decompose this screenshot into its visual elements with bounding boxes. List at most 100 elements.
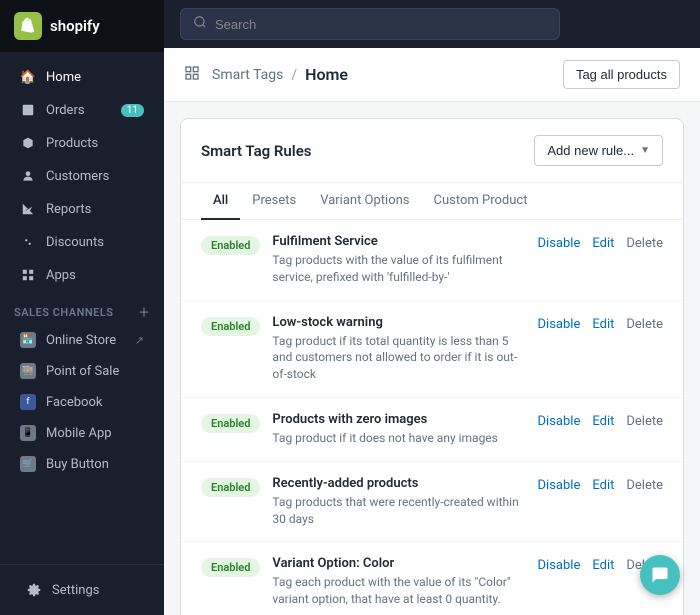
rule-name: Products with zero images bbox=[272, 412, 525, 427]
nav-item-settings[interactable]: Settings bbox=[12, 574, 152, 606]
edit-action[interactable]: Edit bbox=[592, 236, 614, 251]
sidebar-logo[interactable]: shopify bbox=[0, 0, 164, 52]
rule-name: Variant Option: Color bbox=[272, 556, 525, 571]
tabs-container: All Presets Variant Options Custom Produ… bbox=[181, 183, 683, 220]
nav-label-customers: Customers bbox=[46, 169, 109, 184]
rule-description: Tag product if its total quantity is les… bbox=[272, 333, 525, 383]
add-channel-icon[interactable]: ＋ bbox=[139, 304, 151, 320]
nav-item-reports[interactable]: Reports bbox=[6, 193, 158, 225]
grid-icon bbox=[184, 65, 200, 85]
fab-button[interactable] bbox=[640, 555, 680, 595]
rule-description: Tag products that were recently-created … bbox=[272, 494, 525, 528]
shopify-logo-icon bbox=[14, 12, 42, 40]
rule-actions: Disable Edit Delete bbox=[538, 478, 663, 493]
logo-text: shopify bbox=[50, 17, 100, 35]
nav-item-products[interactable]: Products bbox=[6, 127, 158, 159]
search-input[interactable] bbox=[215, 17, 547, 32]
rule-name: Recently-added products bbox=[272, 476, 525, 491]
nav-item-customers[interactable]: Customers bbox=[6, 160, 158, 192]
edit-action[interactable]: Edit bbox=[592, 317, 614, 332]
nav-label-products: Products bbox=[46, 136, 98, 151]
nav-label-home: Home bbox=[46, 70, 81, 85]
sidebar-nav: 🏠 Home Orders 11 Products Customers bbox=[0, 52, 164, 564]
sales-channels-title: SALES CHANNELS ＋ bbox=[0, 292, 164, 324]
disable-action[interactable]: Disable bbox=[538, 236, 581, 251]
nav-label-apps: Apps bbox=[46, 268, 76, 283]
rule-name: Fulfilment Service bbox=[272, 234, 525, 249]
main-area: Smart Tags / Home Tag all products Smart… bbox=[164, 0, 700, 615]
mobile-icon: 📱 bbox=[20, 425, 36, 441]
channel-label-mobile: Mobile App bbox=[46, 426, 112, 441]
nav-item-home[interactable]: 🏠 Home bbox=[6, 61, 158, 93]
delete-action[interactable]: Delete bbox=[626, 317, 663, 332]
delete-action[interactable]: Delete bbox=[626, 478, 663, 493]
nav-label-settings: Settings bbox=[52, 583, 99, 598]
breadcrumb-separator: / bbox=[291, 67, 297, 83]
rule-actions: Disable Edit Delete bbox=[538, 236, 663, 251]
edit-action[interactable]: Edit bbox=[592, 558, 614, 573]
smart-tag-rules-panel: Smart Tag Rules Add new rule... ▼ All Pr… bbox=[180, 118, 684, 615]
rule-info: Variant Option: Color Tag each product w… bbox=[272, 556, 525, 608]
delete-action[interactable]: Delete bbox=[626, 236, 663, 251]
rule-actions: Disable Edit Delete bbox=[538, 317, 663, 332]
breadcrumb: Smart Tags / Home bbox=[184, 65, 348, 85]
channel-pos[interactable]: 🏬 Point of Sale bbox=[6, 356, 158, 386]
nav-item-apps[interactable]: Apps bbox=[6, 259, 158, 291]
rule-info: Low-stock warning Tag product if its tot… bbox=[272, 315, 525, 383]
apps-icon bbox=[20, 267, 36, 283]
delete-action[interactable]: Delete bbox=[626, 414, 663, 429]
disable-action[interactable]: Disable bbox=[538, 478, 581, 493]
status-badge: Enabled bbox=[201, 558, 260, 577]
rule-info: Fulfilment Service Tag products with the… bbox=[272, 234, 525, 286]
settings-icon bbox=[26, 582, 42, 598]
add-rule-button[interactable]: Add new rule... ▼ bbox=[534, 135, 663, 166]
nav-item-discounts[interactable]: Discounts bbox=[6, 226, 158, 258]
rule-info: Recently-added products Tag products tha… bbox=[272, 476, 525, 528]
nav-label-orders: Orders bbox=[46, 103, 85, 118]
rule-info: Products with zero images Tag product if… bbox=[272, 412, 525, 447]
rule-description: Tag each product with the value of its "… bbox=[272, 574, 525, 608]
topbar bbox=[164, 0, 700, 48]
status-badge: Enabled bbox=[201, 478, 260, 497]
rule-item: Enabled Fulfilment Service Tag products … bbox=[181, 220, 683, 301]
channel-facebook[interactable]: f Facebook bbox=[6, 387, 158, 417]
channel-online-store[interactable]: 🏪 Online Store ↗ bbox=[6, 325, 158, 355]
tab-all[interactable]: All bbox=[201, 183, 240, 220]
nav-label-reports: Reports bbox=[46, 202, 91, 217]
channel-buy-button[interactable]: 🛒 Buy Button bbox=[6, 449, 158, 479]
rule-actions: Disable Edit Delete bbox=[538, 414, 663, 429]
rule-description: Tag products with the value of its fulfi… bbox=[272, 252, 525, 286]
disable-action[interactable]: Disable bbox=[538, 317, 581, 332]
breadcrumb-link[interactable]: Smart Tags bbox=[212, 67, 283, 83]
rules-list: Enabled Fulfilment Service Tag products … bbox=[181, 220, 683, 615]
tab-presets[interactable]: Presets bbox=[240, 183, 308, 220]
sidebar: shopify 🏠 Home Orders 11 Products Custom… bbox=[0, 0, 164, 615]
home-icon: 🏠 bbox=[20, 69, 36, 85]
panel-title: Smart Tag Rules bbox=[201, 142, 312, 160]
orders-icon bbox=[20, 102, 36, 118]
online-store-icon: 🏪 bbox=[20, 332, 36, 348]
channel-label-online-store: Online Store bbox=[46, 333, 116, 348]
disable-action[interactable]: Disable bbox=[538, 558, 581, 573]
orders-badge: 11 bbox=[121, 104, 144, 117]
content-area: Smart Tags / Home Tag all products Smart… bbox=[164, 48, 700, 615]
search-icon bbox=[193, 15, 207, 33]
tab-custom-product[interactable]: Custom Product bbox=[422, 183, 540, 220]
breadcrumb-bar: Smart Tags / Home Tag all products bbox=[164, 48, 700, 102]
disable-action[interactable]: Disable bbox=[538, 414, 581, 429]
external-link-icon: ↗ bbox=[135, 334, 144, 347]
nav-item-orders[interactable]: Orders 11 bbox=[6, 94, 158, 126]
panel-header: Smart Tag Rules Add new rule... ▼ bbox=[181, 119, 683, 183]
edit-action[interactable]: Edit bbox=[592, 414, 614, 429]
channel-label-buy: Buy Button bbox=[46, 457, 109, 472]
status-badge: Enabled bbox=[201, 317, 260, 336]
channel-mobile-app[interactable]: 📱 Mobile App bbox=[6, 418, 158, 448]
tag-all-button[interactable]: Tag all products bbox=[563, 60, 680, 89]
edit-action[interactable]: Edit bbox=[592, 478, 614, 493]
pos-icon: 🏬 bbox=[20, 363, 36, 379]
tab-variant-options[interactable]: Variant Options bbox=[308, 183, 421, 220]
channel-label-facebook: Facebook bbox=[46, 395, 102, 410]
products-icon bbox=[20, 135, 36, 151]
rule-name: Low-stock warning bbox=[272, 315, 525, 330]
search-box[interactable] bbox=[180, 8, 560, 40]
